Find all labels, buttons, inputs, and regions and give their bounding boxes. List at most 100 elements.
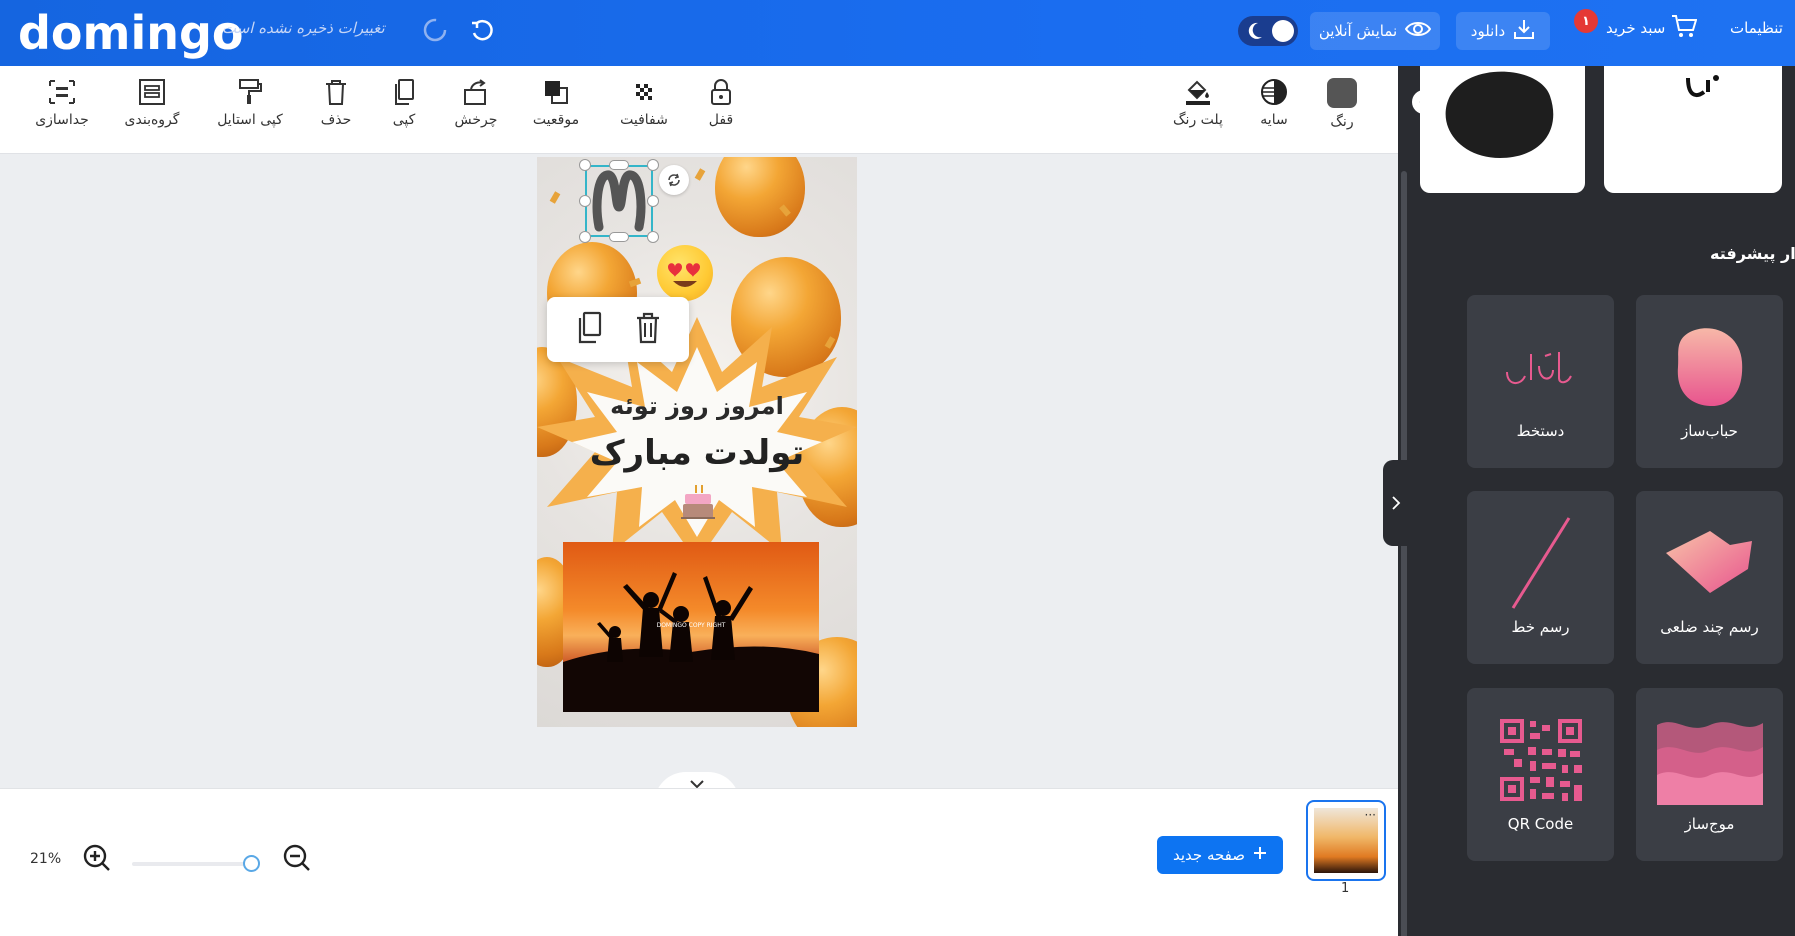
more-options-icon[interactable]: ···	[1365, 808, 1376, 822]
refresh-icon[interactable]	[466, 15, 496, 45]
plus-icon	[1253, 846, 1267, 864]
transparency-icon	[636, 84, 652, 100]
copy-style-tool[interactable]: کپی استایل	[210, 78, 290, 128]
unsaved-status: تغییرات ذخیره نشده است	[222, 19, 385, 37]
settings-link[interactable]: تنظیمات	[1730, 19, 1783, 37]
line-card[interactable]: رسم خط	[1467, 491, 1614, 664]
lock-tool[interactable]: قفل	[681, 78, 761, 128]
floating-context-menu	[547, 297, 689, 362]
transparency-tool[interactable]: شفافیت	[604, 78, 684, 128]
confetti	[549, 191, 561, 204]
new-page-label: صفحه جدید	[1172, 846, 1245, 864]
zoom-slider-track[interactable]	[132, 862, 260, 866]
duplicate-icon[interactable]	[574, 311, 604, 349]
party-photo[interactable]: DOMINGO COPY RIGHT	[563, 542, 819, 712]
delete-element-icon[interactable]	[633, 311, 663, 349]
panel-scrollbar[interactable]	[1401, 171, 1407, 936]
calligraphy-icon	[1686, 75, 1719, 97]
zoom-out-icon[interactable]	[282, 843, 312, 877]
paint-bucket-icon	[1186, 80, 1210, 105]
bubble-maker-card[interactable]: حباب‌ساز	[1636, 295, 1783, 468]
download-button[interactable]: دانلود	[1456, 12, 1550, 50]
line-icon	[1511, 517, 1570, 609]
chevron-right-icon	[1392, 496, 1401, 510]
zoom-slider-thumb[interactable]	[242, 855, 260, 872]
shape-card[interactable]	[1420, 66, 1585, 193]
rotate-label: چرخش	[454, 112, 498, 128]
app-logo[interactable]: domingo	[18, 6, 244, 60]
bubble-maker-label: حباب‌ساز	[1681, 422, 1738, 440]
resize-handle[interactable]	[579, 195, 591, 207]
qr-code-label: QR Code	[1507, 815, 1574, 833]
position-tool[interactable]: موقعیت	[516, 78, 596, 128]
design-page[interactable]: امروز روز توئه تولدت مبارک DOMINGO COPY …	[537, 157, 857, 727]
heart-eyes-icon	[668, 263, 700, 287]
selected-element-box[interactable]	[585, 165, 653, 237]
resize-handle[interactable]	[579, 159, 591, 171]
section-title: ابزار پیشرفته	[1710, 244, 1795, 263]
lock-label: قفل	[708, 112, 734, 128]
cake-icon	[677, 482, 719, 526]
bottom-bar: 21% صفحه جدید ··· 1	[0, 788, 1398, 936]
resize-handle[interactable]	[647, 231, 659, 243]
element-toolbar: جداسازی گروه‌بندی کپی استایل حذف کپی چرخ…	[0, 66, 1398, 154]
heart-eyes-emoji[interactable]	[657, 245, 713, 301]
loading-spinner-icon	[420, 15, 450, 45]
cart-label: سبد خرید	[1606, 19, 1666, 37]
online-preview-button[interactable]: نمایش آنلاین	[1310, 12, 1440, 50]
qr-code-card[interactable]: QR Code	[1467, 688, 1614, 861]
resize-handle[interactable]	[609, 232, 629, 242]
ungroup-tool[interactable]: جداسازی	[22, 78, 102, 128]
resize-handle[interactable]	[647, 159, 659, 171]
color-tool[interactable]: رنگ	[1302, 78, 1382, 130]
confetti	[694, 168, 706, 181]
text-style-card[interactable]	[1604, 66, 1782, 193]
toggle-panel-button[interactable]	[1383, 460, 1409, 546]
toggle-knob	[1272, 20, 1294, 42]
trash-icon	[326, 80, 346, 105]
copy-label: کپی	[392, 112, 416, 128]
new-page-button[interactable]: صفحه جدید	[1157, 836, 1283, 874]
balloon	[715, 157, 805, 237]
zoom-level: 21%	[30, 851, 62, 867]
wave-maker-card[interactable]: موج‌ساز	[1636, 688, 1783, 861]
qr-code-icon	[1499, 719, 1582, 801]
zoom-in-icon[interactable]	[82, 843, 112, 877]
polygon-label: رسم چند ضلعی	[1660, 618, 1759, 636]
polygon-icon	[1665, 531, 1752, 593]
rotate-icon	[464, 79, 486, 105]
shadow-icon	[1261, 79, 1287, 105]
top-header: domingo تغییرات ذخیره نشده است نمایش آنل…	[0, 0, 1795, 66]
handwriting-card[interactable]: دستخط	[1467, 295, 1614, 468]
cart-button[interactable]: سبد خرید	[1606, 14, 1698, 42]
eye-icon	[1405, 20, 1432, 42]
lock-icon	[711, 79, 731, 105]
group-tool[interactable]: گروه‌بندی	[112, 78, 192, 128]
moon-icon	[1246, 21, 1264, 45]
cart-count-badge: ۱	[1574, 9, 1598, 33]
theme-toggle[interactable]	[1238, 16, 1298, 46]
page-thumbnail-preview: ···	[1314, 808, 1378, 873]
download-label: دانلود	[1470, 22, 1506, 40]
resize-handle[interactable]	[647, 195, 659, 207]
polygon-card[interactable]: رسم چند ضلعی	[1636, 491, 1783, 664]
transparency-label: شفافیت	[620, 112, 668, 128]
greeting-line-2[interactable]: تولدت مبارک	[537, 433, 857, 473]
handwriting-label: دستخط	[1516, 422, 1565, 440]
paint-roller-icon	[239, 79, 262, 104]
ungroup-icon	[49, 80, 75, 104]
blob-shape-icon	[1445, 71, 1554, 158]
page-thumbnail[interactable]: ···	[1306, 800, 1386, 881]
greeting-line-1[interactable]: امروز روز توئه	[537, 392, 857, 420]
resize-handle[interactable]	[579, 231, 591, 243]
line-label: رسم خط	[1511, 618, 1570, 636]
photo-watermark: DOMINGO COPY RIGHT	[656, 622, 726, 629]
rotate-tool[interactable]: چرخش	[436, 78, 516, 128]
layers-icon	[545, 81, 568, 104]
color-label: رنگ	[1330, 114, 1354, 130]
resize-handle[interactable]	[609, 160, 629, 170]
copy-tool[interactable]: کپی	[364, 78, 444, 128]
color-palette-tool[interactable]: پلت رنگ	[1158, 78, 1238, 128]
page-number: 1	[1341, 881, 1350, 896]
rotate-handle[interactable]	[659, 165, 689, 195]
